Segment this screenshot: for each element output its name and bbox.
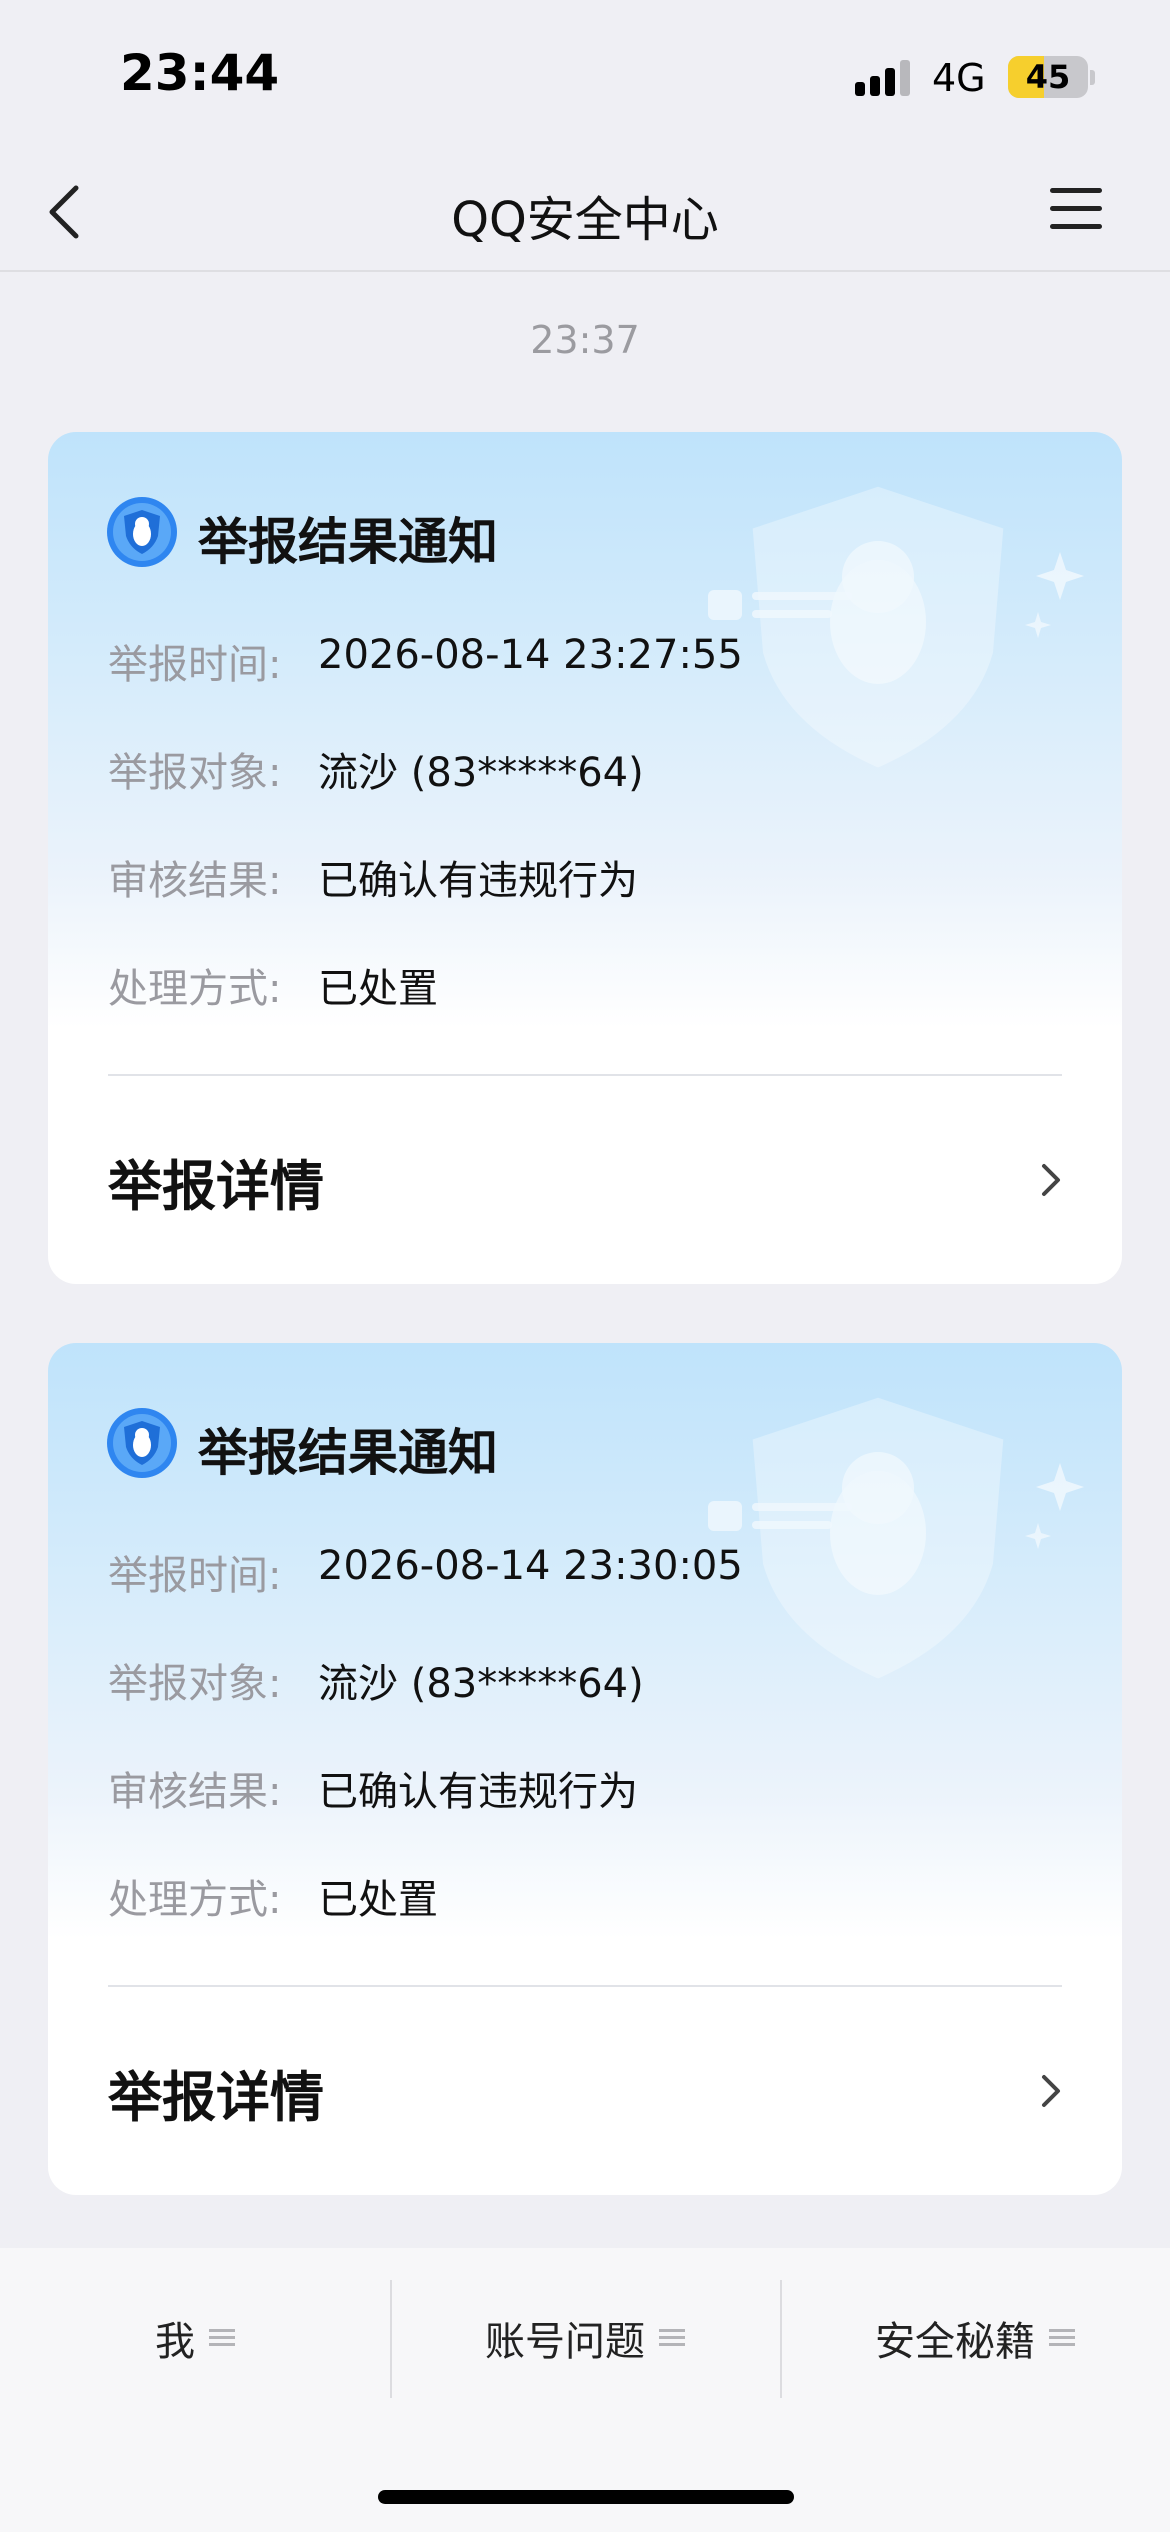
report-result-card: 举报结果通知 举报时间: 2026-08-14 23:30:05 举报对象: 流… xyxy=(48,1343,1122,2195)
bottom-tab-security-tips[interactable]: 安全秘籍 xyxy=(780,2278,1170,2398)
report-details-link[interactable]: 举报详情 xyxy=(48,1987,1122,2195)
info-row-handling: 处理方式: 已处置 xyxy=(108,956,1068,1016)
report-details-label: 举报详情 xyxy=(108,1155,324,1218)
card-header: 举报结果通知 xyxy=(106,492,806,572)
info-label: 处理方式: xyxy=(108,966,282,1012)
shield-badge-icon xyxy=(107,1408,177,1478)
hamburger-menu-icon xyxy=(1050,188,1102,193)
info-value: 2026-08-14 23:27:55 xyxy=(318,632,743,678)
info-row-report-target: 举报对象: 流沙 (83*****64) xyxy=(108,1651,1068,1711)
card-title: 举报结果通知 xyxy=(198,1424,498,1482)
info-label: 审核结果: xyxy=(108,858,282,904)
shield-badge-icon xyxy=(107,497,177,567)
report-result-card: 举报结果通知 举报时间: 2026-08-14 23:27:55 举报对象: 流… xyxy=(48,432,1122,1284)
signal-strength-icon xyxy=(855,60,915,96)
battery-tip xyxy=(1090,70,1095,85)
info-row-handling: 处理方式: 已处置 xyxy=(108,1867,1068,1927)
message-timestamp: 23:37 xyxy=(530,318,640,362)
battery-level: 45 xyxy=(1025,58,1071,96)
report-details-link[interactable]: 举报详情 xyxy=(48,1076,1122,1284)
info-value: 已确认有违规行为 xyxy=(318,1769,638,1815)
submenu-icon xyxy=(209,2327,235,2349)
status-time: 23:44 xyxy=(120,44,280,102)
home-indicator[interactable] xyxy=(378,2490,794,2504)
info-value: 已处置 xyxy=(318,1877,438,1923)
chevron-right-icon xyxy=(1042,1164,1060,1196)
bottom-tab-label: 账号问题 xyxy=(485,2319,645,2365)
card-title: 举报结果通知 xyxy=(198,513,498,571)
info-label: 审核结果: xyxy=(108,1769,282,1815)
status-bar: 23:44 4G 45 xyxy=(0,0,1170,150)
info-value: 已确认有违规行为 xyxy=(318,858,638,904)
network-type: 4G xyxy=(932,56,986,100)
bottom-tab-me[interactable]: 我 xyxy=(0,2278,390,2398)
bottom-tab-label: 我 xyxy=(155,2319,195,2365)
card-header: 举报结果通知 xyxy=(106,1403,806,1483)
report-details-label: 举报详情 xyxy=(108,2066,324,2129)
menu-button[interactable] xyxy=(1040,180,1112,240)
info-value: 2026-08-14 23:30:05 xyxy=(318,1543,743,1589)
info-label: 举报对象: xyxy=(108,1661,282,1707)
info-label: 处理方式: xyxy=(108,1877,282,1923)
info-row-review-result: 审核结果: 已确认有违规行为 xyxy=(108,848,1068,908)
submenu-icon xyxy=(1049,2327,1075,2349)
chevron-right-icon xyxy=(1042,2075,1060,2107)
info-value: 流沙 (83*****64) xyxy=(318,750,644,796)
info-value: 已处置 xyxy=(318,966,438,1012)
info-row-report-target: 举报对象: 流沙 (83*****64) xyxy=(108,740,1068,800)
bottom-tab-label: 安全秘籍 xyxy=(875,2319,1035,2365)
info-label: 举报时间: xyxy=(108,1553,282,1599)
bottom-tab-account-issues[interactable]: 账号问题 xyxy=(390,2278,780,2398)
info-row-report-time: 举报时间: 2026-08-14 23:27:55 xyxy=(108,632,1068,692)
info-label: 举报对象: xyxy=(108,750,282,796)
nav-bar: QQ安全中心 xyxy=(0,150,1170,272)
info-label: 举报时间: xyxy=(108,642,282,688)
info-row-report-time: 举报时间: 2026-08-14 23:30:05 xyxy=(108,1543,1068,1603)
battery-icon: 45 xyxy=(1008,56,1088,98)
page-title: QQ安全中心 xyxy=(451,192,719,248)
submenu-icon xyxy=(659,2327,685,2349)
info-row-review-result: 审核结果: 已确认有违规行为 xyxy=(108,1759,1068,1819)
info-value: 流沙 (83*****64) xyxy=(318,1661,644,1707)
